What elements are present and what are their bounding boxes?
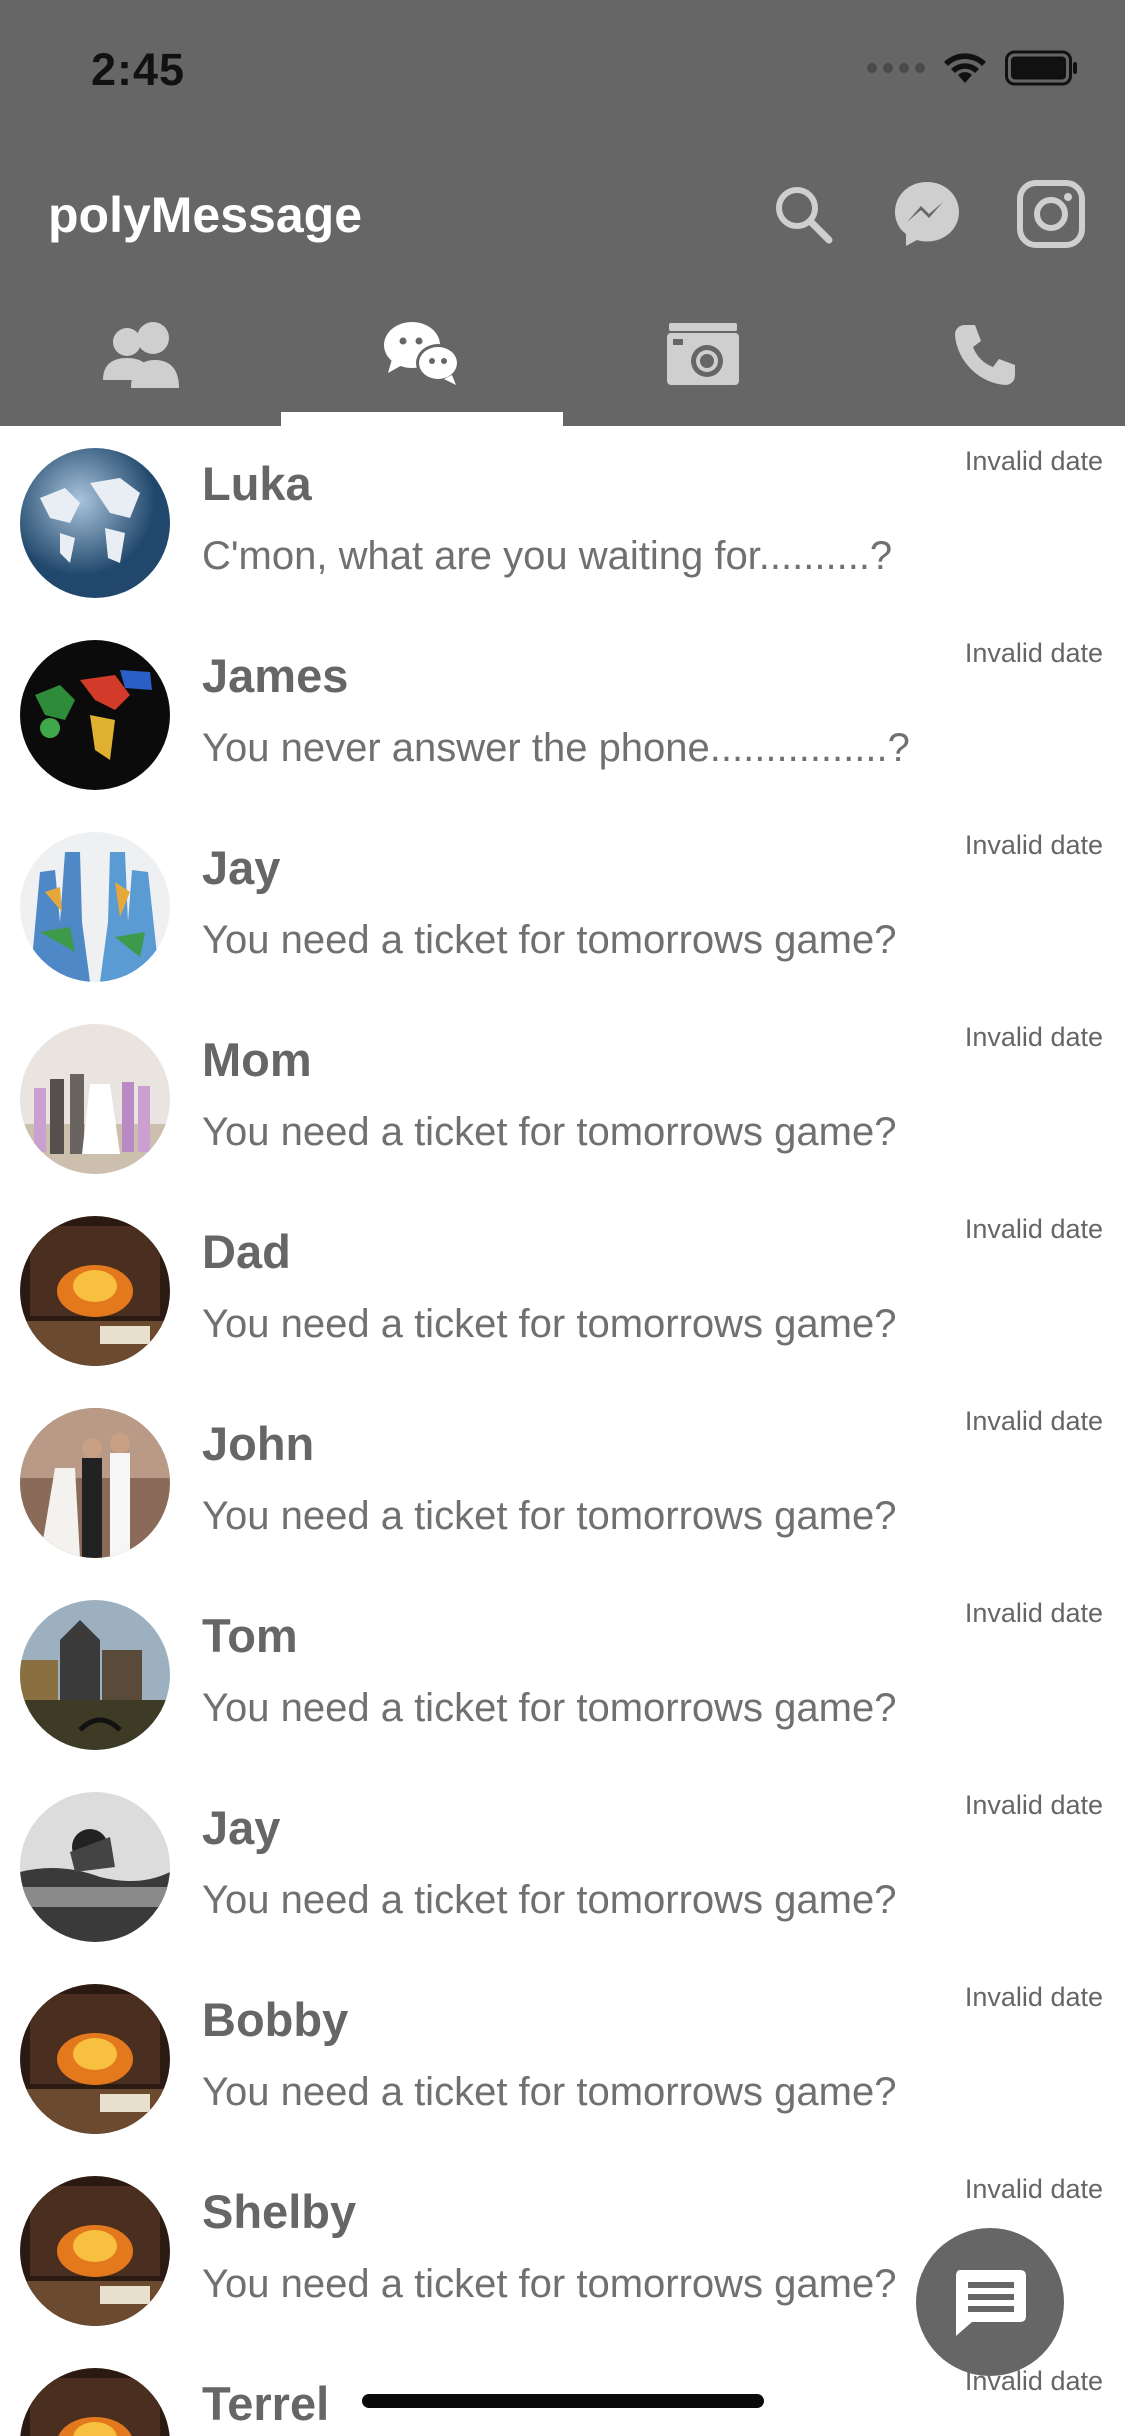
message-icon	[956, 2270, 1026, 2336]
conversation-row[interactable]: Mom You need a ticket for tomorrows game…	[0, 1002, 1125, 1194]
message-preview: You never answer the phone..............…	[202, 726, 910, 770]
home-indicator	[362, 2394, 764, 2408]
contact-name: Dad	[202, 1225, 291, 1278]
wifi-icon	[944, 53, 986, 83]
message-preview: C'mon, what are you waiting for.........…	[202, 534, 893, 578]
avatar	[20, 1216, 170, 1366]
contact-name: Mom	[202, 1033, 312, 1086]
contact-name: Luka	[202, 457, 312, 510]
status-time: 2:45	[91, 44, 186, 95]
search-button[interactable]	[767, 178, 839, 250]
header-actions	[767, 178, 1087, 250]
message-preview: You need a ticket for tomorrows game?	[202, 918, 897, 962]
conversation-row[interactable]: James You never answer the phone........…	[0, 618, 1125, 810]
message-date: Invalid date	[964, 446, 1103, 476]
avatar	[20, 1408, 170, 1558]
message-preview: You need a ticket for tomorrows game?	[202, 2262, 897, 2306]
message-date: Invalid date	[964, 1022, 1103, 1052]
avatar	[20, 1984, 170, 2134]
contacts-icon	[102, 322, 179, 388]
message-date: Invalid date	[964, 1598, 1103, 1628]
message-preview: You need a ticket for tomorrows game?	[202, 1110, 897, 1154]
message-preview: You need a ticket for tomorrows game?	[202, 1686, 897, 1730]
contact-name: Tom	[202, 1609, 298, 1662]
avatar	[20, 1600, 170, 1750]
message-date: Invalid date	[964, 1982, 1103, 2012]
tab-indicator	[281, 412, 563, 426]
phone-icon	[955, 325, 1016, 385]
tab-indicator	[844, 412, 1125, 426]
conversation-row[interactable]: Bobby You need a ticket for tomorrows ga…	[0, 1962, 1125, 2154]
messenger-icon	[895, 182, 959, 246]
message-date: Invalid date	[964, 2174, 1103, 2204]
message-date: Invalid date	[964, 1214, 1103, 1244]
app-title: polyMessage	[48, 187, 363, 243]
app-root: 2:45 polyMessage Luka C'mon, what are yo…	[0, 0, 1125, 2436]
avatar	[20, 1024, 170, 1174]
contact-name: Shelby	[202, 2185, 357, 2238]
avatar	[20, 2176, 170, 2326]
avatar	[20, 640, 170, 790]
contact-name: Terrel	[202, 2377, 330, 2430]
message-date: Invalid date	[964, 1406, 1103, 1436]
message-preview: You need a ticket for tomorrows game?	[202, 1302, 897, 1346]
conversation-row[interactable]: Tom You need a ticket for tomorrows game…	[0, 1578, 1125, 1770]
instagram-icon	[1017, 180, 1085, 248]
avatar	[20, 1792, 170, 1942]
tab-contacts[interactable]	[0, 300, 281, 426]
avatar	[20, 832, 170, 982]
app-header: 2:45 polyMessage	[0, 0, 1125, 426]
instagram-button[interactable]	[1015, 178, 1087, 250]
message-date: Invalid date	[964, 638, 1103, 668]
contact-name: John	[202, 1417, 315, 1470]
message-preview: You need a ticket for tomorrows game?	[202, 2070, 897, 2114]
contact-name: Jay	[202, 841, 281, 894]
messenger-button[interactable]	[891, 178, 963, 250]
battery-icon	[1005, 50, 1077, 86]
tab-calls[interactable]	[844, 300, 1125, 426]
chat-icon	[383, 322, 460, 385]
tab-bar	[0, 300, 1125, 426]
contact-name: Jay	[202, 1801, 281, 1854]
tab-chats[interactable]	[281, 300, 563, 426]
message-date: Invalid date	[964, 1790, 1103, 1820]
message-preview: You need a ticket for tomorrows game?	[202, 1878, 897, 1922]
conversation-row[interactable]: Luka C'mon, what are you waiting for....…	[0, 426, 1125, 618]
message-preview: You need a ticket for tomorrows game?	[202, 1494, 897, 1538]
conversation-list: Luka C'mon, what are you waiting for....…	[0, 426, 1125, 2436]
message-date: Invalid date	[964, 830, 1103, 860]
avatar	[20, 448, 170, 598]
contact-name: James	[202, 649, 349, 702]
conversation-row[interactable]: Dad You need a ticket for tomorrows game…	[0, 1194, 1125, 1386]
search-icon	[776, 187, 833, 244]
conversation-row[interactable]: Jay You need a ticket for tomorrows game…	[0, 810, 1125, 1002]
new-message-button[interactable]	[916, 2228, 1064, 2376]
tab-camera[interactable]	[563, 300, 844, 426]
tab-indicator	[0, 412, 281, 426]
cellular-signal-icon	[867, 63, 925, 73]
camera-icon	[667, 323, 740, 385]
status-icons	[867, 48, 1079, 88]
contact-name: Bobby	[202, 1993, 349, 2046]
conversation-row[interactable]: Jay You need a ticket for tomorrows game…	[0, 1770, 1125, 1962]
conversation-row[interactable]: John You need a ticket for tomorrows gam…	[0, 1386, 1125, 1578]
avatar	[20, 2368, 170, 2436]
tab-indicator	[563, 412, 844, 426]
